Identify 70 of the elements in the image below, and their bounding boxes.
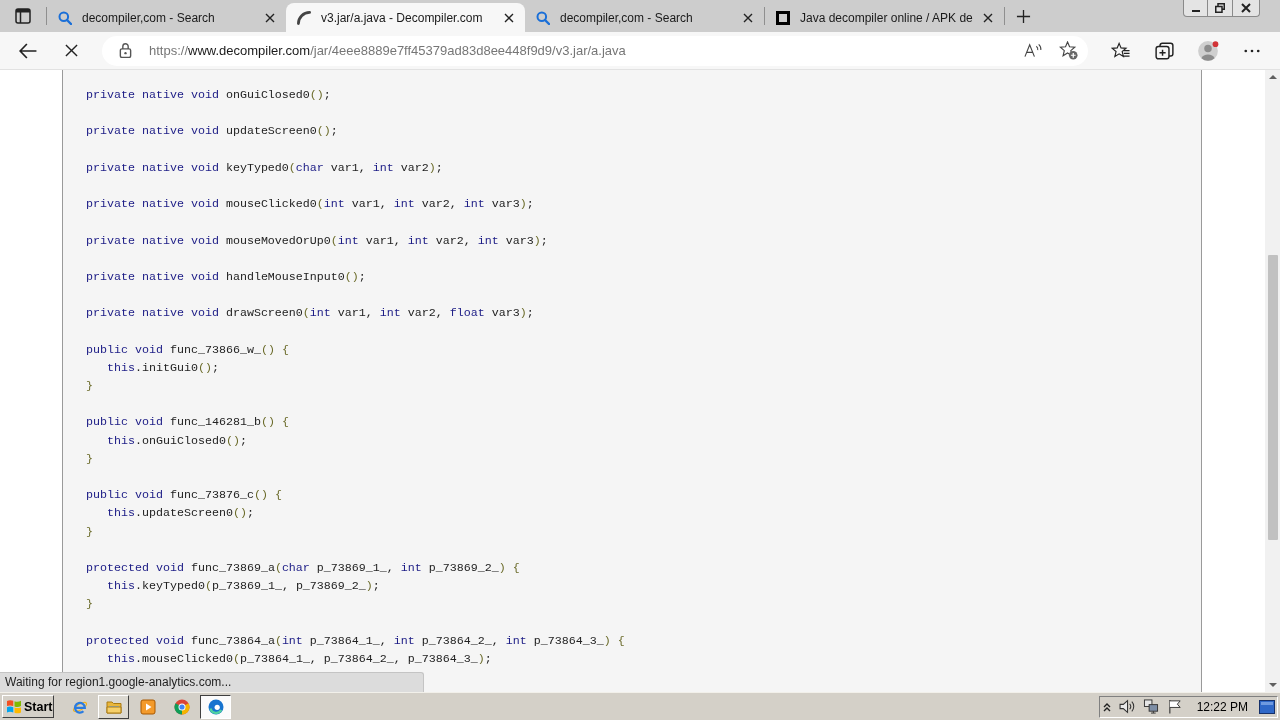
browser-tab[interactable]: v3.jar/a.java - Decompiler.com <box>286 3 525 32</box>
start-button[interactable]: Start <box>2 695 54 718</box>
clock-text[interactable]: 12:22 PM <box>1196 699 1248 714</box>
code-line: public void func_146281_b() { <box>86 414 289 432</box>
search-icon <box>58 10 72 25</box>
double-chevron-up-icon[interactable] <box>1102 701 1111 712</box>
browser-tab[interactable]: Java decompiler online / APK de <box>765 3 1004 32</box>
spinner-icon <box>297 10 311 25</box>
code-line: private native void mouseClicked0(int var1, int var2, int var3); <box>86 196 534 214</box>
browser-circle-icon[interactable] <box>173 698 190 715</box>
lock-icon <box>119 43 132 58</box>
flag-icon[interactable] <box>1166 699 1183 714</box>
cross-icon <box>64 44 78 57</box>
close-icon[interactable] <box>983 12 993 23</box>
code-line: this.initGui0(); <box>107 359 219 377</box>
browser-tab[interactable]: decompiler,com - Search <box>525 3 764 32</box>
code-line: } <box>86 596 93 614</box>
url-text: https://www.decompiler.com/jar/4eee8889e7ff45379ad83d8ee448f9d9/v3.jar/a.java <box>149 43 627 58</box>
close-icon <box>1241 3 1251 13</box>
minimize-button[interactable] <box>1183 0 1208 17</box>
browser-tab[interactable]: decompiler,com - Search <box>47 3 286 32</box>
code-line: private native void handleMouseInput0(); <box>86 268 366 286</box>
taskbar-button[interactable] <box>200 694 231 719</box>
close-window-button[interactable] <box>1233 0 1260 17</box>
code-line: private native void keyTyped0(char var1, int var2); <box>86 159 443 177</box>
folder-icon <box>105 698 122 715</box>
code-line: } <box>86 378 93 395</box>
flag-logo-icon <box>6 699 22 714</box>
status-bubble: Waiting for region1.google-analytics.com... <box>0 672 424 692</box>
code-line: protected void func_73864_a(int p_73864_1_, int p_73864_2_, int p_73864_3_) { <box>86 632 625 650</box>
ellipsis-icon <box>1244 48 1260 53</box>
close-icon[interactable] <box>743 12 753 23</box>
code-line: private native void mouseMovedOrUp0(int var1, int var2, int var3); <box>86 232 548 250</box>
star-list-icon <box>1110 41 1130 60</box>
code-line: this.updateScreen0(); <box>107 505 254 523</box>
code-line: this.onGuiClosed0(); <box>107 432 247 450</box>
code-line: public void func_73866_w_() { <box>86 341 289 359</box>
code-line: private native void updateScreen0(); <box>86 123 338 141</box>
close-icon[interactable] <box>265 12 275 23</box>
play-icon[interactable] <box>139 698 156 715</box>
avatar-icon <box>1197 39 1219 62</box>
stacked-squares-plus-icon <box>1154 41 1174 60</box>
code-line: public void func_73876_c() { <box>86 487 282 505</box>
star-plus-icon[interactable] <box>1059 41 1078 60</box>
read-aloud-icon[interactable] <box>1024 43 1042 58</box>
square-frame-icon <box>776 10 790 25</box>
back-arrow-icon <box>19 42 37 59</box>
window-icon <box>15 8 31 24</box>
code-line: protected void func_73869_a(char p_73869_1_, int p_73869_2_) { <box>86 559 520 577</box>
scrollbar[interactable] <box>1265 70 1280 692</box>
screen-icon[interactable] <box>1259 699 1275 714</box>
address-field[interactable]: https://www.decompiler.com/jar/4eee8889e7ff45379ad83d8ee448f9d9/v3.jar/a.java <box>102 35 1088 66</box>
code-line: private native void onGuiClosed0(); <box>86 87 331 104</box>
close-icon[interactable] <box>504 12 514 23</box>
minimize-icon <box>1191 9 1200 12</box>
caret-down-icon[interactable] <box>1268 683 1277 687</box>
scrollbar-thumb[interactable] <box>1267 255 1278 540</box>
speaker-icon[interactable] <box>1118 699 1135 714</box>
code-line: } <box>86 523 93 541</box>
caret-up-icon[interactable] <box>1268 75 1277 79</box>
code-line: this.mouseClicked0(p_73864_1_, p_73864_2_, p_73864_3_); <box>107 650 492 668</box>
browser-swirl-icon <box>207 698 224 715</box>
code-line: this.keyTyped0(p_73869_1_, p_73869_2_); <box>107 578 380 596</box>
plus-icon <box>1015 8 1031 24</box>
restore-button[interactable] <box>1208 0 1233 17</box>
code-line: private native void drawScreen0(int var1, int var2, float var3); <box>86 305 534 323</box>
restore-icon <box>1215 3 1225 13</box>
search-icon <box>536 10 550 25</box>
code-line: } <box>86 450 93 468</box>
network-icon[interactable] <box>1142 699 1159 714</box>
